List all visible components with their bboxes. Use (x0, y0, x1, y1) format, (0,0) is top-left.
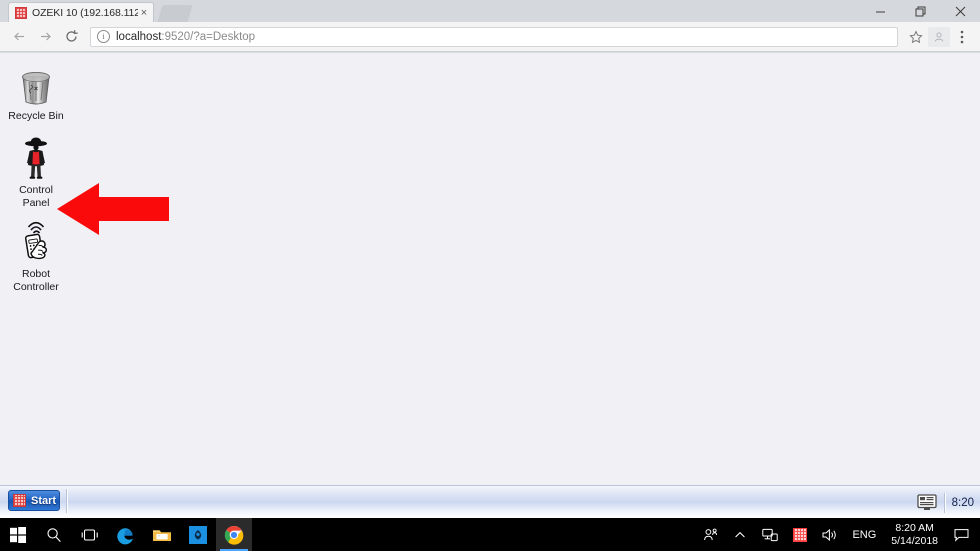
minimize-icon[interactable] (860, 0, 900, 22)
taskbar-divider (66, 489, 67, 513)
ozeki-grid-icon[interactable] (785, 518, 815, 551)
people-icon[interactable] (695, 518, 725, 551)
close-icon[interactable] (940, 0, 980, 22)
display-monitor-icon[interactable] (916, 494, 937, 511)
star-icon[interactable] (904, 25, 928, 49)
windows-clock[interactable]: 8:20 AM 5/14/2018 (883, 522, 946, 548)
address-bar[interactable]: i localhost:9520/?a=Desktop (90, 26, 898, 47)
chrome-window: OZEKI 10 (192.168.112.1 × i localhost:95… (0, 0, 980, 518)
edge-browser-icon[interactable] (108, 518, 144, 551)
language-indicator[interactable]: ENG (845, 529, 883, 541)
reload-icon[interactable] (58, 24, 84, 50)
browser-tab[interactable]: OZEKI 10 (192.168.112.1 × (8, 2, 154, 22)
blue-app-icon[interactable] (180, 518, 216, 551)
network-icon[interactable] (755, 518, 785, 551)
clock-date: 5/14/2018 (891, 534, 938, 547)
speaker-icon[interactable] (815, 518, 845, 551)
clock-time: 8:20 AM (895, 521, 934, 534)
back-arrow-icon[interactable] (6, 24, 32, 50)
screen: OZEKI 10 (192.168.112.1 × i localhost:95… (0, 0, 980, 551)
task-view-icon[interactable] (72, 518, 108, 551)
ozeki-start-button[interactable]: Start (8, 490, 60, 511)
close-icon[interactable]: × (138, 7, 150, 19)
ozeki-clock[interactable]: 8:20 (952, 497, 974, 509)
person-with-hat-icon (0, 135, 72, 181)
action-center-icon[interactable] (946, 518, 976, 551)
info-icon[interactable]: i (97, 30, 110, 43)
url-host: localhost (116, 30, 162, 43)
restore-icon[interactable] (900, 0, 940, 22)
chevron-up-icon[interactable] (725, 518, 755, 551)
search-icon[interactable] (36, 518, 72, 551)
windows-taskbar: ENG 8:20 AM 5/14/2018 (0, 518, 980, 551)
desktop-icon-label: Robot Controller (13, 268, 59, 293)
windows-system-tray: ENG 8:20 AM 5/14/2018 (695, 518, 980, 551)
ozeki-grid-icon (15, 6, 27, 19)
ozeki-desktop: Recycle Bin Control Panel Robot Controll… (0, 53, 980, 485)
profile-icon[interactable] (928, 26, 950, 47)
folder-icon[interactable] (144, 518, 180, 551)
url-path: :9520/?a=Desktop (161, 30, 256, 43)
kebab-menu-icon[interactable] (950, 25, 974, 49)
browser-toolbar: i localhost:9520/?a=Desktop (0, 22, 980, 52)
red-arrow-annotation (57, 181, 169, 242)
forward-arrow-icon[interactable] (32, 24, 58, 50)
window-controls (860, 0, 980, 22)
url-text: localhost:9520/?a=Desktop (116, 31, 255, 43)
ozeki-taskbar: Start 8:20 (0, 485, 980, 518)
desktop-icon-label: Recycle Bin (8, 110, 64, 122)
ozeki-taskbar-tray: 8:20 (916, 486, 974, 518)
desktop-icon-recycle-bin[interactable]: Recycle Bin (0, 61, 72, 123)
windows-start-button[interactable] (0, 518, 36, 551)
ozeki-start-label: Start (31, 494, 57, 507)
tab-strip: OZEKI 10 (192.168.112.1 × (0, 0, 980, 22)
ozeki-grid-icon (13, 494, 26, 507)
chrome-browser-icon[interactable] (216, 518, 252, 551)
new-tab-button[interactable] (157, 5, 193, 22)
tab-title: OZEKI 10 (192.168.112.1 (32, 6, 138, 19)
tray-divider (943, 492, 945, 513)
trash-can-icon (0, 61, 72, 107)
page-content: Recycle Bin Control Panel Robot Controll… (0, 53, 980, 518)
